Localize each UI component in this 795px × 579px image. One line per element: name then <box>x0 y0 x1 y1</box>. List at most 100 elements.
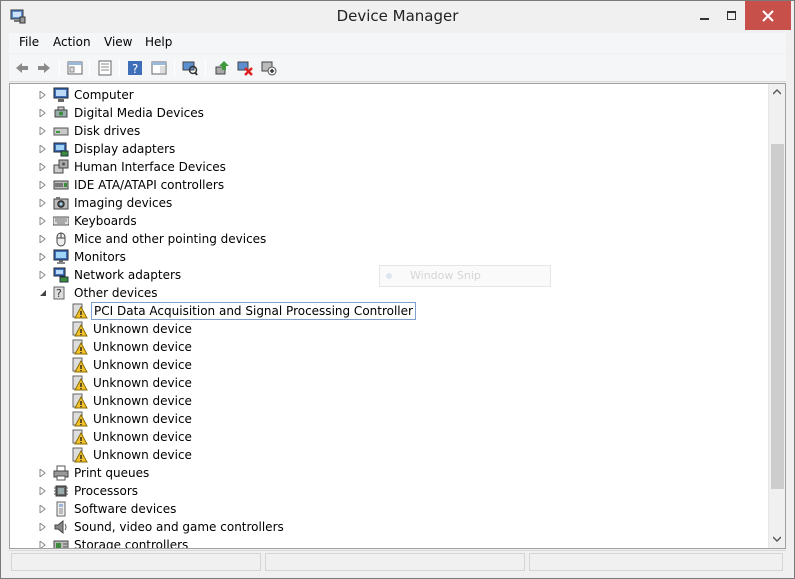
vertical-scrollbar[interactable] <box>768 84 785 548</box>
action-pane-icon <box>151 61 167 75</box>
menu-action[interactable]: Action <box>49 35 95 49</box>
tree-device-item[interactable]: Unknown device <box>10 356 770 374</box>
tree-category[interactable]: Computer <box>10 86 770 104</box>
chevron-up-icon <box>773 89 781 95</box>
warning-device-icon <box>72 303 88 319</box>
scroll-down-button[interactable] <box>769 531 785 548</box>
display-adapter-icon <box>53 142 69 157</box>
collapsed-arrow-icon[interactable] <box>39 163 47 171</box>
action-pane-button[interactable] <box>149 58 169 78</box>
properties-button[interactable] <box>95 58 115 78</box>
tree-category[interactable]: Mice and other pointing devices <box>10 230 770 248</box>
scan-hardware-changes-icon <box>182 61 198 76</box>
monitor-icon <box>53 249 69 264</box>
collapsed-arrow-icon[interactable] <box>39 253 47 261</box>
tree-category[interactable]: IDE ATA/ATAPI controllers <box>10 176 770 194</box>
tree-category[interactable]: Human Interface Devices <box>10 158 770 176</box>
menu-help[interactable]: Help <box>141 35 176 49</box>
computer-icon <box>53 87 69 102</box>
tree-category[interactable]: Storage controllers <box>10 536 770 549</box>
minimize-button[interactable] <box>691 1 718 30</box>
storage-controller-icon <box>53 540 69 548</box>
menu-view[interactable]: View <box>100 35 136 49</box>
tree-device-item[interactable]: PCI Data Acquisition and Signal Processi… <box>10 302 770 320</box>
disk-drive-icon <box>53 127 69 136</box>
tree-device-label: Unknown device <box>93 340 192 354</box>
tree-category-label: IDE ATA/ATAPI controllers <box>74 178 225 192</box>
tree-category[interactable]: Disk drives <box>10 122 770 140</box>
collapsed-arrow-icon[interactable] <box>39 505 47 513</box>
uninstall-device-icon <box>237 61 253 76</box>
scan-hardware-changes-button[interactable] <box>180 58 200 78</box>
back-button[interactable] <box>12 58 32 78</box>
tree-device-item[interactable]: Unknown device <box>10 446 770 464</box>
device-manager-window: Device Manager File Action View Help ? C… <box>0 0 795 579</box>
toolbar-separator <box>205 59 206 77</box>
tree-category[interactable]: Display adapters <box>10 140 770 158</box>
minimize-icon <box>699 17 709 20</box>
tree-category[interactable]: Imaging devices <box>10 194 770 212</box>
collapsed-arrow-icon[interactable] <box>39 235 47 243</box>
warning-device-icon <box>72 339 88 355</box>
tree-device-item[interactable]: Unknown device <box>10 338 770 356</box>
tree-category[interactable]: Processors <box>10 482 770 500</box>
collapsed-arrow-icon[interactable] <box>39 145 47 153</box>
menu-file[interactable]: File <box>15 35 43 49</box>
collapsed-arrow-icon[interactable] <box>39 523 47 531</box>
tree-category[interactable]: Sound, video and game controllers <box>10 518 770 536</box>
tree-category[interactable]: Keyboards <box>10 212 770 230</box>
tree-category[interactable]: Monitors <box>10 248 770 266</box>
collapsed-arrow-icon[interactable] <box>39 127 47 135</box>
device-tree[interactable]: Computer Digital Media Devices Disk drives… <box>9 83 786 549</box>
collapsed-arrow-icon[interactable] <box>39 271 47 279</box>
collapsed-arrow-icon[interactable] <box>39 469 47 477</box>
tree-device-label: Unknown device <box>93 376 192 390</box>
update-driver-icon <box>215 61 229 75</box>
tree-device-item[interactable]: Unknown device <box>10 320 770 338</box>
collapsed-arrow-icon[interactable] <box>39 109 47 117</box>
tree-category-label: Software devices <box>74 502 177 516</box>
properties-icon <box>98 60 112 76</box>
forward-button[interactable] <box>34 58 54 78</box>
tree-category[interactable]: Print queues <box>10 464 770 482</box>
window-snip-label: Window Snip <box>410 269 481 282</box>
maximize-button[interactable] <box>718 1 745 30</box>
collapsed-arrow-icon[interactable] <box>39 91 47 99</box>
tree-device-item[interactable]: Unknown device <box>10 374 770 392</box>
add-legacy-hardware-button[interactable] <box>259 58 279 78</box>
title-bar[interactable]: Device Manager <box>1 1 794 32</box>
ide-controller-icon <box>53 180 69 190</box>
toolbar: ? <box>9 54 786 82</box>
collapsed-arrow-icon[interactable] <box>39 217 47 225</box>
keyboard-icon <box>53 216 69 226</box>
svg-text:?: ? <box>132 62 138 76</box>
unknown-device-icon: ? <box>53 286 65 300</box>
collapsed-arrow-icon[interactable] <box>39 487 47 495</box>
status-pane <box>529 553 783 571</box>
toolbar-separator <box>89 59 90 77</box>
expanded-arrow-icon[interactable] <box>39 289 47 297</box>
collapsed-arrow-icon[interactable] <box>39 199 47 207</box>
window-snip-ghost: Window Snip <box>379 265 551 287</box>
warning-device-icon <box>72 429 88 445</box>
help-button[interactable]: ? <box>125 58 145 78</box>
show-hide-console-tree-button[interactable] <box>65 58 85 78</box>
scroll-up-button[interactable] <box>769 84 785 101</box>
tree-category[interactable]: Software devices <box>10 500 770 518</box>
close-icon <box>762 9 774 22</box>
uninstall-device-button[interactable] <box>235 58 255 78</box>
collapsed-arrow-icon[interactable] <box>39 541 47 549</box>
scrollbar-thumb[interactable] <box>771 144 784 489</box>
collapsed-arrow-icon[interactable] <box>39 181 47 189</box>
show-hide-console-tree-icon <box>67 61 83 75</box>
tree-category-label: Processors <box>74 484 139 498</box>
tree-device-item[interactable]: Unknown device <box>10 410 770 428</box>
update-driver-button[interactable] <box>212 58 232 78</box>
tree-device-item[interactable]: Unknown device <box>10 392 770 410</box>
tree-category[interactable]: Digital Media Devices <box>10 104 770 122</box>
warning-device-icon <box>72 411 88 427</box>
tree-device-label: Unknown device <box>93 358 192 372</box>
close-button[interactable] <box>745 1 791 30</box>
tree-device-item[interactable]: Unknown device <box>10 428 770 446</box>
toolbar-separator <box>119 59 120 77</box>
